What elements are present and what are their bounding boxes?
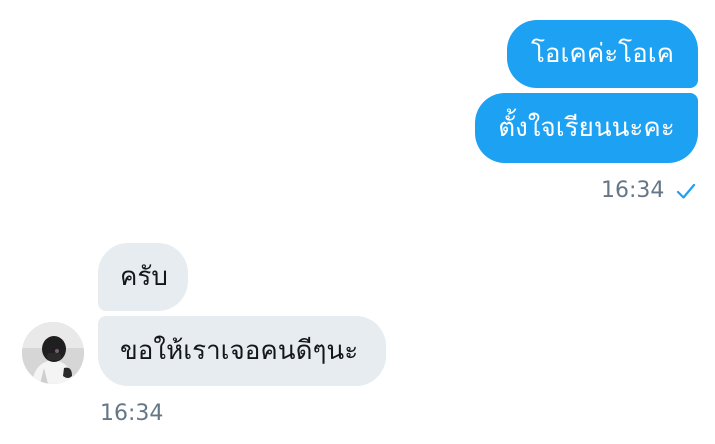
avatar[interactable]	[22, 322, 84, 384]
message-text: โอเคค่ะโอเค	[530, 39, 675, 69]
outgoing-message[interactable]: ตั้งใจเรียนนะคะ	[475, 93, 698, 163]
message-text: ครับ	[120, 262, 168, 292]
incoming-timestamp: 16:34	[100, 401, 164, 426]
message-text: ตั้งใจเรียนนะคะ	[498, 113, 675, 143]
incoming-message[interactable]: ขอให้เราเจอคนดีๆนะ	[98, 316, 386, 386]
outgoing-timestamp: 16:34	[601, 178, 665, 203]
outgoing-message[interactable]: โอเคค่ะโอเค	[507, 20, 698, 88]
check-icon	[676, 183, 696, 199]
incoming-message[interactable]: ครับ	[98, 243, 188, 311]
avatar-image	[22, 322, 84, 384]
message-text: ขอให้เราเจอคนดีๆนะ	[120, 336, 359, 366]
